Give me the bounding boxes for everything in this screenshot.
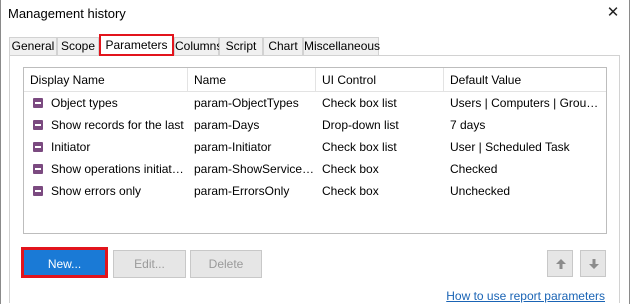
tab-miscellaneous[interactable]: Miscellaneous bbox=[303, 37, 380, 56]
cell-default-value: Checked bbox=[450, 162, 498, 176]
tab-script[interactable]: Script bbox=[219, 37, 263, 56]
table-row[interactable]: Show operations initiated... param-ShowS… bbox=[24, 158, 606, 180]
dialog-window: Management history ✕ General Scope Param… bbox=[0, 0, 630, 304]
delete-button[interactable]: Delete bbox=[190, 250, 262, 278]
parameter-icon bbox=[33, 142, 43, 152]
cell-ui-control: Check box list bbox=[322, 140, 397, 154]
table-row[interactable]: Show records for the last param-Days Dro… bbox=[24, 114, 606, 136]
column-header-default-value[interactable]: Default Value bbox=[444, 68, 606, 92]
cell-name: param-ObjectTypes bbox=[194, 96, 299, 110]
cell-name: param-ShowServiceS... bbox=[194, 162, 316, 176]
column-header-display-name[interactable]: Display Name bbox=[24, 68, 188, 92]
column-header-ui-control[interactable]: UI Control bbox=[316, 68, 444, 92]
cell-display-name: Show errors only bbox=[51, 184, 142, 198]
cell-display-name: Initiator bbox=[51, 140, 91, 154]
edit-button[interactable]: Edit... bbox=[113, 250, 186, 278]
table-row[interactable]: Show errors only param-ErrorsOnly Check … bbox=[24, 180, 606, 202]
parameter-icon bbox=[33, 164, 43, 174]
cell-display-name: Show operations initiated... bbox=[51, 162, 186, 176]
cell-ui-control: Check box list bbox=[322, 96, 397, 110]
column-header-name[interactable]: Name bbox=[188, 68, 316, 92]
table-row[interactable]: Object types param-ObjectTypes Check box… bbox=[24, 92, 606, 114]
tab-parameters[interactable]: Parameters bbox=[99, 34, 174, 56]
tab-chart[interactable]: Chart bbox=[263, 37, 303, 56]
parameters-grid: Display Name Name UI Control Default Val… bbox=[23, 67, 607, 234]
tab-columns[interactable]: Columns bbox=[174, 37, 222, 56]
tab-general[interactable]: General bbox=[9, 37, 57, 56]
grid-header: Display Name Name UI Control Default Val… bbox=[24, 68, 606, 92]
cell-display-name: Show records for the last bbox=[51, 118, 184, 132]
arrow-down-icon bbox=[589, 259, 599, 269]
cell-display-name: Object types bbox=[51, 96, 118, 110]
arrow-up-icon bbox=[556, 259, 566, 269]
parameter-icon bbox=[33, 98, 43, 108]
new-button[interactable]: New... bbox=[24, 250, 105, 278]
cell-default-value: Users | Computers | Groups ... bbox=[450, 96, 602, 110]
tab-strip: General Scope Parameters Columns Script … bbox=[9, 34, 621, 56]
move-up-button[interactable] bbox=[547, 250, 573, 277]
parameter-icon bbox=[33, 120, 43, 130]
cell-ui-control: Check box bbox=[322, 184, 379, 198]
move-down-button[interactable] bbox=[580, 250, 606, 277]
tab-scope[interactable]: Scope bbox=[57, 37, 99, 56]
cell-default-value: User | Scheduled Task bbox=[450, 140, 570, 154]
window-title: Management history bbox=[8, 6, 126, 21]
cell-default-value: 7 days bbox=[450, 118, 486, 132]
close-icon[interactable]: ✕ bbox=[604, 4, 622, 22]
cell-name: param-ErrorsOnly bbox=[194, 184, 290, 198]
help-link[interactable]: How to use report parameters bbox=[446, 289, 605, 303]
title-bar: Management history ✕ bbox=[1, 0, 629, 28]
cell-ui-control: Drop-down list bbox=[322, 118, 399, 132]
cell-default-value: Unchecked bbox=[450, 184, 511, 198]
table-row[interactable]: Initiator param-Initiator Check box list… bbox=[24, 136, 606, 158]
parameter-icon bbox=[33, 186, 43, 196]
cell-ui-control: Check box bbox=[322, 162, 379, 176]
cell-name: param-Days bbox=[194, 118, 260, 132]
cell-name: param-Initiator bbox=[194, 140, 272, 154]
